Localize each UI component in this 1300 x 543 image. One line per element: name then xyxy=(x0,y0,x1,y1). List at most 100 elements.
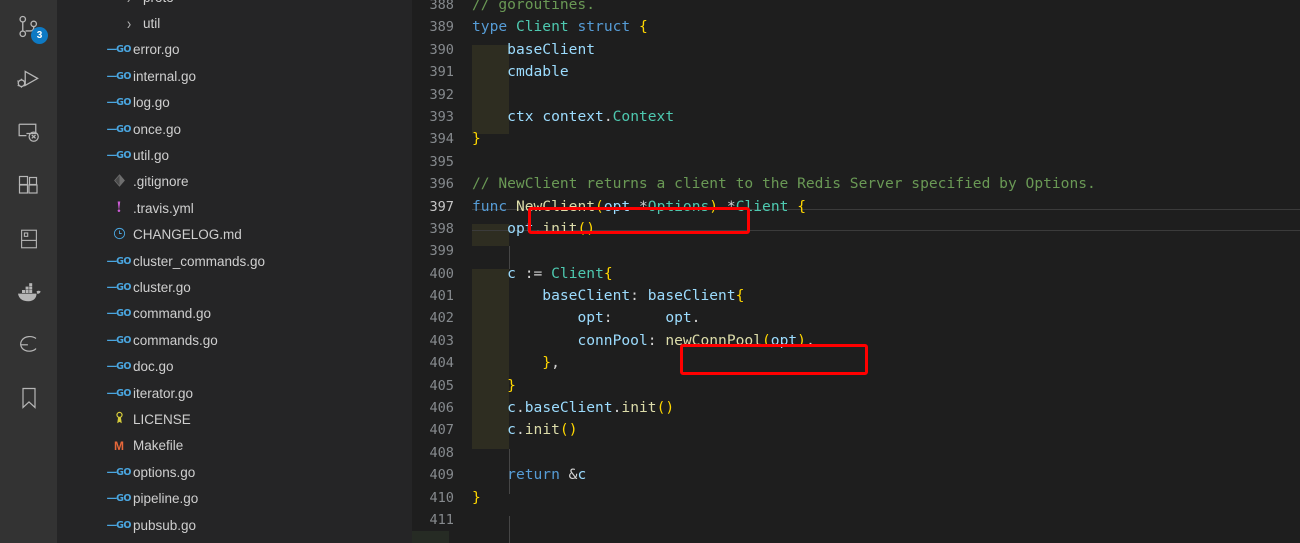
line-content[interactable]: connPool: newConnPool(opt), xyxy=(472,330,1300,352)
line-content[interactable] xyxy=(472,442,1300,464)
line-content[interactable]: opt: opt. xyxy=(472,307,1300,329)
code-line[interactable]: 390 baseClient xyxy=(412,39,1300,61)
line-content[interactable]: // goroutines. xyxy=(472,0,1300,16)
line-content[interactable] xyxy=(472,240,1300,262)
line-content[interactable]: cmdable xyxy=(472,61,1300,83)
line-content[interactable]: ctx context.Context xyxy=(472,106,1300,128)
code-line[interactable]: 402 opt: opt. xyxy=(412,307,1300,329)
line-content[interactable] xyxy=(472,509,1300,531)
code-line[interactable]: 389 type Client struct { xyxy=(412,16,1300,38)
code-line[interactable]: 401 baseClient: baseClient{ xyxy=(412,285,1300,307)
tree-row-icon: ―GO xyxy=(107,361,131,372)
tree-file-row[interactable]: ―GO util.go xyxy=(100,142,412,168)
activity-item-docker[interactable] xyxy=(0,265,57,318)
tree-file-row[interactable]: ―GO pipeline.go xyxy=(100,485,412,511)
activity-item-source-control[interactable]: 3 xyxy=(0,0,57,53)
code-line[interactable]: 403 connPool: newConnPool(opt), xyxy=(412,330,1300,352)
line-number: 399 xyxy=(429,243,454,260)
layout-panel-icon xyxy=(17,227,41,251)
code-line[interactable]: 410} xyxy=(412,487,1300,509)
code-line[interactable]: 397 func NewClient(opt *Options) *Client … xyxy=(412,196,1300,218)
activity-item-extensions[interactable] xyxy=(0,159,57,212)
code-line[interactable]: 399 xyxy=(412,240,1300,262)
activity-item-run-debug[interactable] xyxy=(0,53,57,106)
line-number: 397 xyxy=(429,198,454,215)
tree-row-icon: ―GO xyxy=(107,123,131,135)
go-file-icon: ―GO xyxy=(107,123,131,135)
tree-file-row[interactable]: LICENSE xyxy=(100,406,412,432)
tree-row-icon: ―GO xyxy=(107,308,131,319)
line-content[interactable]: func NewClient(opt *Options) *Client { xyxy=(472,196,1300,218)
tree-file-row[interactable]: ―GO doc.go xyxy=(100,353,412,379)
code-line[interactable]: 407 c.init() xyxy=(412,419,1300,441)
code-line[interactable]: 392 xyxy=(412,84,1300,106)
code-line[interactable]: 391 cmdable xyxy=(412,61,1300,83)
code-line[interactable]: 398 opt.init() xyxy=(412,218,1300,240)
tree-file-row[interactable]: ! .travis.yml xyxy=(100,195,412,221)
chevron-right-icon: › xyxy=(126,14,132,33)
tree-file-row[interactable]: ―GO cluster.go xyxy=(100,274,412,300)
tree-row-icon: ―GO xyxy=(107,493,131,504)
chevron-right-icon: › xyxy=(127,0,131,7)
tree-file-row[interactable]: ―GO command.go xyxy=(100,301,412,327)
go-file-icon: ―GO xyxy=(107,334,131,346)
line-content[interactable]: return &c xyxy=(472,464,1300,486)
line-content[interactable]: opt.init() xyxy=(472,218,1300,240)
tree-file-row[interactable]: ―GO cluster_commands.go xyxy=(100,248,412,274)
code-line[interactable]: 388 // goroutines. xyxy=(412,0,1300,16)
line-content[interactable]: c := Client{ xyxy=(472,263,1300,285)
line-content[interactable]: baseClient: baseClient{ xyxy=(472,285,1300,307)
tree-row-icon xyxy=(108,174,130,190)
line-content[interactable]: c.init() xyxy=(472,419,1300,441)
line-content[interactable]: c.baseClient.init() xyxy=(472,397,1300,419)
activity-item-remote-explorer[interactable] xyxy=(0,106,57,159)
code-line[interactable]: 395 xyxy=(412,151,1300,173)
line-number: 393 xyxy=(429,108,454,125)
tree-file-row[interactable]: ―GO error.go xyxy=(100,37,412,63)
line-content[interactable] xyxy=(472,84,1300,106)
tree-row-label: pipeline.go xyxy=(133,491,199,507)
code-line[interactable]: 408 xyxy=(412,442,1300,464)
tree-file-row[interactable]: ―GO iterator.go xyxy=(100,380,412,406)
code-editor[interactable]: 388 // goroutines. 389 type Client struct {… xyxy=(412,0,1300,543)
tree-folder-row[interactable]: › util xyxy=(100,10,412,36)
tree-file-row[interactable]: ―GO log.go xyxy=(100,90,412,116)
code-line[interactable]: 406 c.baseClient.init() xyxy=(412,397,1300,419)
line-content[interactable]: type Client struct { xyxy=(472,16,1300,38)
code-line[interactable]: 405 } xyxy=(412,375,1300,397)
sidebar-spacer xyxy=(57,0,100,543)
line-number: 396 xyxy=(429,176,454,193)
line-content[interactable]: } xyxy=(472,375,1300,397)
tree-file-row[interactable]: ―GO once.go xyxy=(100,116,412,142)
tree-folder-row[interactable]: › proto xyxy=(100,0,412,10)
tree-file-row[interactable]: ―GO pubsub.go xyxy=(100,512,412,538)
tree-row-icon: ! xyxy=(108,200,130,216)
line-number: 409 xyxy=(429,467,454,484)
code-line[interactable]: 396 // NewClient returns a client to the … xyxy=(412,173,1300,195)
code-line[interactable]: 404 }, xyxy=(412,352,1300,374)
activity-item-go-gopher[interactable] xyxy=(0,318,57,371)
line-content[interactable] xyxy=(472,151,1300,173)
code-line[interactable]: 409 return &c xyxy=(412,464,1300,486)
tree-file-row[interactable]: .gitignore xyxy=(100,169,412,195)
activity-item-bookmarks[interactable] xyxy=(0,371,57,424)
tree-row-label: Makefile xyxy=(133,438,184,454)
tree-row-icon: ―GO xyxy=(107,256,131,267)
tree-file-row[interactable]: ―GO commands.go xyxy=(100,327,412,353)
line-content[interactable]: } xyxy=(472,487,1300,509)
tree-file-row[interactable]: ―GO internal.go xyxy=(100,63,412,89)
code-line[interactable]: 411 xyxy=(412,509,1300,531)
activity-item-layout-panel[interactable] xyxy=(0,212,57,265)
tree-file-row[interactable]: CHANGELOG.md xyxy=(100,222,412,248)
line-content[interactable]: baseClient xyxy=(472,39,1300,61)
code-line[interactable]: 400 c := Client{ xyxy=(412,263,1300,285)
code-line[interactable]: 394} xyxy=(412,128,1300,150)
line-content[interactable]: }, xyxy=(472,352,1300,374)
tree-file-row[interactable]: M Makefile xyxy=(100,433,412,459)
line-content[interactable]: // NewClient returns a client to the Red… xyxy=(472,173,1300,195)
explorer-file-tree[interactable]: ›proto›util―GOerror.go―GOinternal.go―GOl… xyxy=(100,0,412,543)
line-content[interactable]: } xyxy=(472,128,1300,150)
code-line[interactable]: 393 ctx context.Context xyxy=(412,106,1300,128)
line-number: 401 xyxy=(429,288,454,305)
tree-file-row[interactable]: ―GO options.go xyxy=(100,459,412,485)
